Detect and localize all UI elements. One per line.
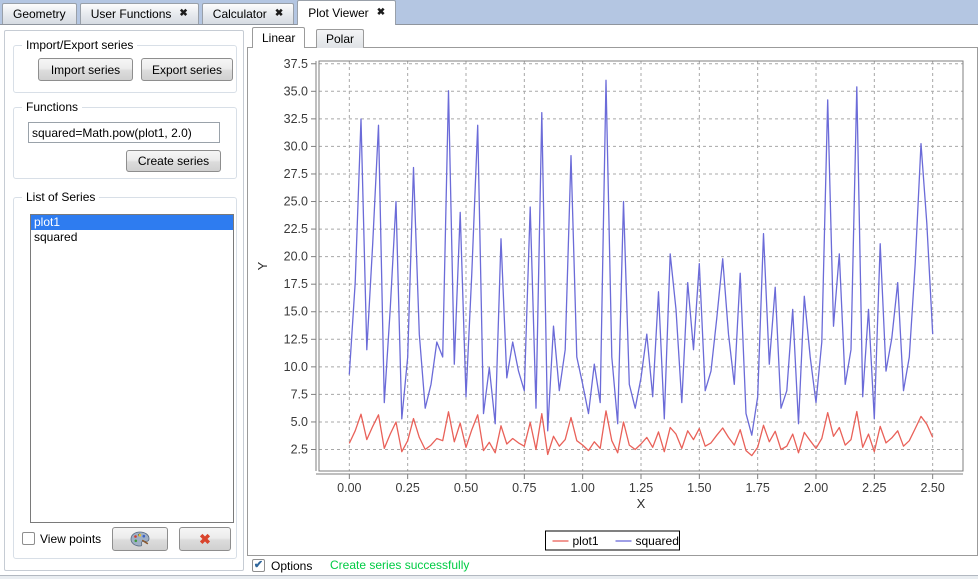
plot-viewer-window: GeometryUser Functions✖Calculator✖Plot V… xyxy=(0,0,978,579)
series-list-item[interactable]: plot1 xyxy=(31,215,233,230)
import-series-button[interactable]: Import series xyxy=(38,58,133,81)
x-tick-label: 1.25 xyxy=(629,481,653,495)
legend-label-squared: squared xyxy=(636,534,679,548)
y-tick-label: 10.0 xyxy=(284,360,308,374)
options-label: Options xyxy=(271,559,312,573)
legend-label-plot1: plot1 xyxy=(573,534,599,548)
delete-series-button[interactable]: ✖ xyxy=(179,527,231,551)
tab-label: Geometry xyxy=(13,7,66,21)
y-tick-label: 27.5 xyxy=(284,167,308,181)
status-message: Create series successfully xyxy=(330,558,469,572)
x-tick-label: 1.75 xyxy=(745,481,769,495)
x-tick-label: 0.75 xyxy=(512,481,536,495)
chart: 2.5 5.0 7.5 10.0 12.5 15.0 17.5 20.0 22.5 25.0 27.… xyxy=(248,48,977,555)
export-series-button[interactable]: Export series xyxy=(141,58,233,81)
create-series-button[interactable]: Create series xyxy=(126,150,221,172)
tab-label: Calculator xyxy=(213,7,267,21)
sidebar: Import/Export series Import series Expor… xyxy=(4,30,244,571)
y-tick-label: 37.5 xyxy=(284,57,308,71)
options-checkbox[interactable]: ✔ xyxy=(252,559,265,572)
series-listbox[interactable]: plot1squared xyxy=(30,214,234,523)
functions-groupbox: Functions Create series xyxy=(13,107,237,179)
y-tick-label: 17.5 xyxy=(284,277,308,291)
chart-panel: 2.5 5.0 7.5 10.0 12.5 15.0 17.5 20.0 22.5 25.0 27.… xyxy=(247,47,978,556)
y-tick-label: 2.5 xyxy=(291,443,308,457)
close-icon[interactable]: ✖ xyxy=(377,8,385,18)
plot-tab-linear[interactable]: Linear xyxy=(252,27,305,48)
series-list-item[interactable]: squared xyxy=(31,230,233,245)
palette-icon xyxy=(130,531,150,547)
x-tick-label: 0.00 xyxy=(337,481,361,495)
tab-calculator[interactable]: Calculator ✖ xyxy=(202,3,294,24)
y-tick-label: 15.0 xyxy=(284,305,308,319)
y-tick-label: 25.0 xyxy=(284,195,308,209)
close-icon[interactable]: ✖ xyxy=(179,9,187,19)
import-export-groupbox: Import/Export series Import series Expor… xyxy=(13,45,237,93)
series-color-button[interactable] xyxy=(112,527,168,551)
x-tick-label: 2.25 xyxy=(862,481,886,495)
x-tick-label: 2.50 xyxy=(920,481,944,495)
y-tick-label: 30.0 xyxy=(284,139,308,153)
close-icon[interactable]: ✖ xyxy=(275,9,283,19)
series-list-groupbox: List of Series plot1squared View points … xyxy=(13,197,237,559)
status-bar: ✔ Options Create series successfully xyxy=(247,556,976,576)
y-axis-title: Y xyxy=(255,261,270,270)
y-tick-label: 5.0 xyxy=(291,415,308,429)
view-points-label: View points xyxy=(40,532,101,546)
x-tick-label: 0.25 xyxy=(395,481,419,495)
y-tick-label: 35.0 xyxy=(284,84,308,98)
x-tick-label: 1.00 xyxy=(570,481,594,495)
y-tick-label: 7.5 xyxy=(291,387,308,401)
plot-tab-polar[interactable]: Polar xyxy=(316,29,364,48)
window-bottom-edge xyxy=(0,575,978,579)
delete-x-icon: ✖ xyxy=(199,531,211,548)
functions-title: Functions xyxy=(22,100,82,114)
tab-plot-viewer[interactable]: Plot Viewer ✖ xyxy=(297,0,396,25)
y-tick-label: 20.0 xyxy=(284,250,308,264)
tab-user-functions[interactable]: User Functions ✖ xyxy=(80,3,199,24)
tab-label: User Functions xyxy=(91,7,172,21)
tab-geometry[interactable]: Geometry xyxy=(2,3,77,24)
main-tab-bar: GeometryUser Functions✖Calculator✖Plot V… xyxy=(0,0,978,25)
series-list-title: List of Series xyxy=(22,190,99,204)
x-tick-label: 2.00 xyxy=(804,481,828,495)
function-input[interactable] xyxy=(28,122,220,143)
x-tick-label: 0.50 xyxy=(454,481,478,495)
view-points-checkbox[interactable] xyxy=(22,532,35,545)
tab-label: Plot Viewer xyxy=(308,6,368,20)
y-tick-label: 22.5 xyxy=(284,222,308,236)
x-tick-label: 1.50 xyxy=(687,481,711,495)
import-export-title: Import/Export series xyxy=(22,38,137,52)
y-tick-label: 12.5 xyxy=(284,332,308,346)
x-axis-title: X xyxy=(637,496,646,511)
y-tick-label: 32.5 xyxy=(284,112,308,126)
